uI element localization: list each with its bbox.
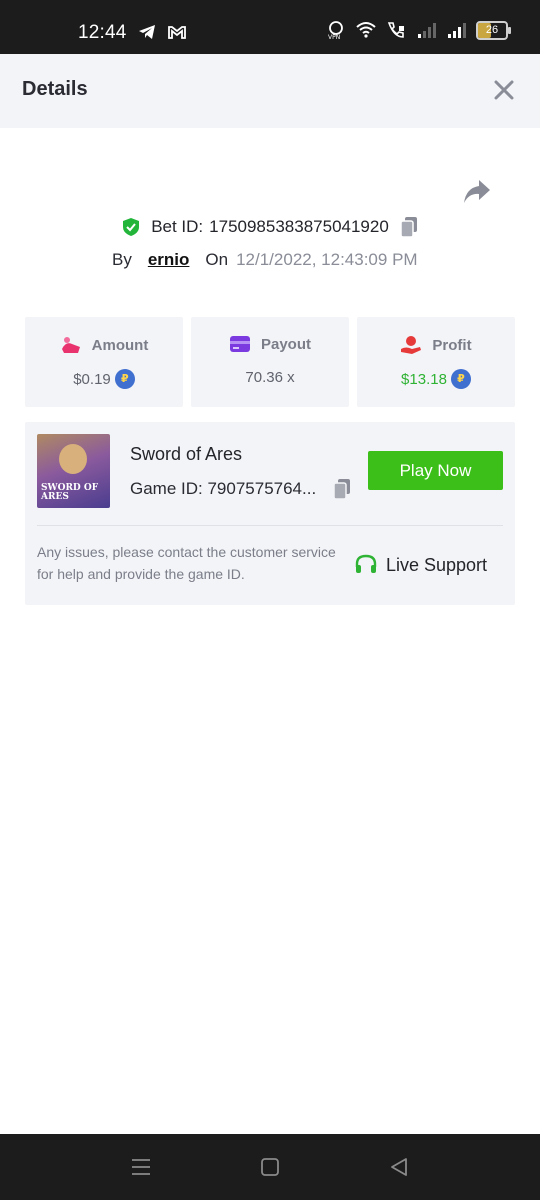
amount-icon [61, 337, 80, 353]
gmail-icon [168, 26, 186, 39]
amount-card: Amount $0.19 ₽ [25, 317, 183, 407]
thumb-title-line2: ARES [41, 492, 69, 502]
by-label: By [112, 250, 132, 269]
bet-meta-row: By ernio On 12/1/2022, 12:43:09 PM [112, 250, 418, 270]
game-thumbnail[interactable]: SWORD OF ARES [37, 434, 110, 508]
live-support-button[interactable]: Live Support [338, 542, 503, 588]
telegram-icon [139, 25, 155, 39]
system-nav-bar [0, 1134, 540, 1200]
payout-card: Payout 70.36 x [191, 317, 349, 407]
status-time: 12:44 [78, 22, 127, 43]
back-icon[interactable] [388, 1156, 410, 1178]
on-label: On [205, 250, 229, 269]
live-support-label: Live Support [385, 554, 488, 575]
wifi-icon [356, 22, 376, 38]
wifi-call-icon [387, 22, 404, 38]
copy-game-id-icon[interactable] [332, 478, 352, 500]
vpn-icon: VPN [328, 21, 343, 40]
bet-id-label: Bet ID: [151, 217, 204, 236]
copy-bet-id-icon[interactable] [399, 216, 419, 238]
status-bar: 12:44 VPN 26 [0, 0, 540, 54]
signal-2-icon [448, 23, 466, 38]
divider [37, 525, 503, 526]
svg-text:VPN: VPN [328, 34, 340, 40]
page-title: Details [22, 78, 88, 100]
game-panel: SWORD OF ARES Sword of Ares Game ID: 790… [25, 422, 515, 605]
username-link[interactable]: ernio [148, 250, 190, 270]
profit-label: Profit [432, 336, 472, 354]
signal-1-icon [418, 23, 436, 38]
bet-id-value: 1750985383875041920 [209, 217, 389, 236]
bet-id-row: Bet ID: 1750985383875041920 [0, 216, 540, 238]
bet-date: 12/1/2022, 12:43:09 PM [236, 250, 418, 269]
profit-icon [401, 336, 422, 354]
payout-value: 70.36 x [245, 369, 295, 386]
coin-icon: ₽ [450, 369, 471, 389]
coin-icon: ₽ [114, 369, 135, 389]
share-icon[interactable] [462, 178, 492, 206]
payout-card-icon [229, 336, 250, 352]
profit-value: $13.18 [401, 370, 447, 388]
game-id: Game ID: 7907575764... [130, 479, 317, 498]
play-now-button[interactable]: Play Now [368, 451, 503, 490]
close-icon[interactable] [492, 78, 516, 102]
profit-card: Profit $13.18 ₽ [357, 317, 515, 407]
header: Details [0, 54, 540, 128]
payout-label: Payout [260, 335, 311, 353]
home-icon[interactable] [259, 1156, 281, 1178]
game-name: Sword of Ares [130, 444, 243, 464]
amount-value: $0.19 [73, 370, 111, 388]
battery-icon: 26 [476, 20, 511, 40]
verified-shield-icon [123, 218, 140, 236]
headset-icon [355, 554, 377, 573]
game-id-row: Game ID: 7907575764... [130, 478, 352, 500]
support-help-text: Any issues, please contact the customer … [37, 544, 336, 582]
amount-label: Amount [91, 336, 149, 354]
menu-icon[interactable] [130, 1156, 152, 1178]
bet-stats: Amount $0.19 ₽ Payout 70.36 x Profit $13… [25, 317, 515, 407]
